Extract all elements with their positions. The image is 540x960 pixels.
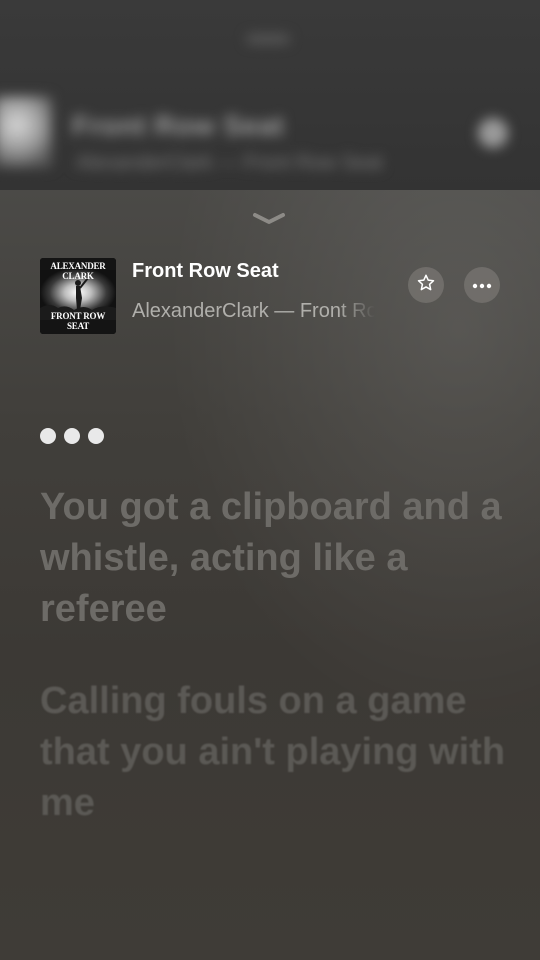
more-options-button[interactable] [464, 267, 500, 303]
background-title: Front Row Seat [72, 110, 285, 141]
favorite-button[interactable] [408, 267, 444, 303]
background-action-icon [478, 118, 508, 148]
artwork-album-text: FRONT ROW SEAT [50, 311, 106, 331]
track-artist-album: AlexanderClark — Front Row Seat [132, 300, 375, 322]
track-title: Front Row Seat [132, 260, 279, 282]
ellipsis-icon [472, 276, 492, 294]
interlude-dot [40, 428, 56, 444]
background-handle [246, 34, 290, 44]
background-artwork [0, 96, 52, 168]
star-icon [416, 273, 436, 298]
artwork-artist-text: ALEXANDER CLARK [50, 261, 106, 281]
chevron-down-icon[interactable] [252, 210, 286, 228]
lyrics-interlude-indicator [40, 428, 104, 444]
lyric-line[interactable]: You got a clipboard and a whistle, actin… [40, 482, 510, 635]
background-blur: Front Row Seat AlexanderClark — Front Ro… [0, 0, 540, 190]
background-screen: Front Row Seat AlexanderClark — Front Ro… [0, 0, 540, 190]
interlude-dot [88, 428, 104, 444]
background-subtitle: AlexanderClark — Front Row Seat [76, 152, 383, 174]
interlude-dot [64, 428, 80, 444]
album-artwork[interactable]: ALEXANDER CLARK FRONT ROW SEAT [40, 258, 116, 334]
lyric-line[interactable]: Calling fouls on a game that you ain't p… [40, 676, 510, 829]
lyrics-sheet: ALEXANDER CLARK FRONT ROW SEAT Front Row… [0, 190, 540, 960]
